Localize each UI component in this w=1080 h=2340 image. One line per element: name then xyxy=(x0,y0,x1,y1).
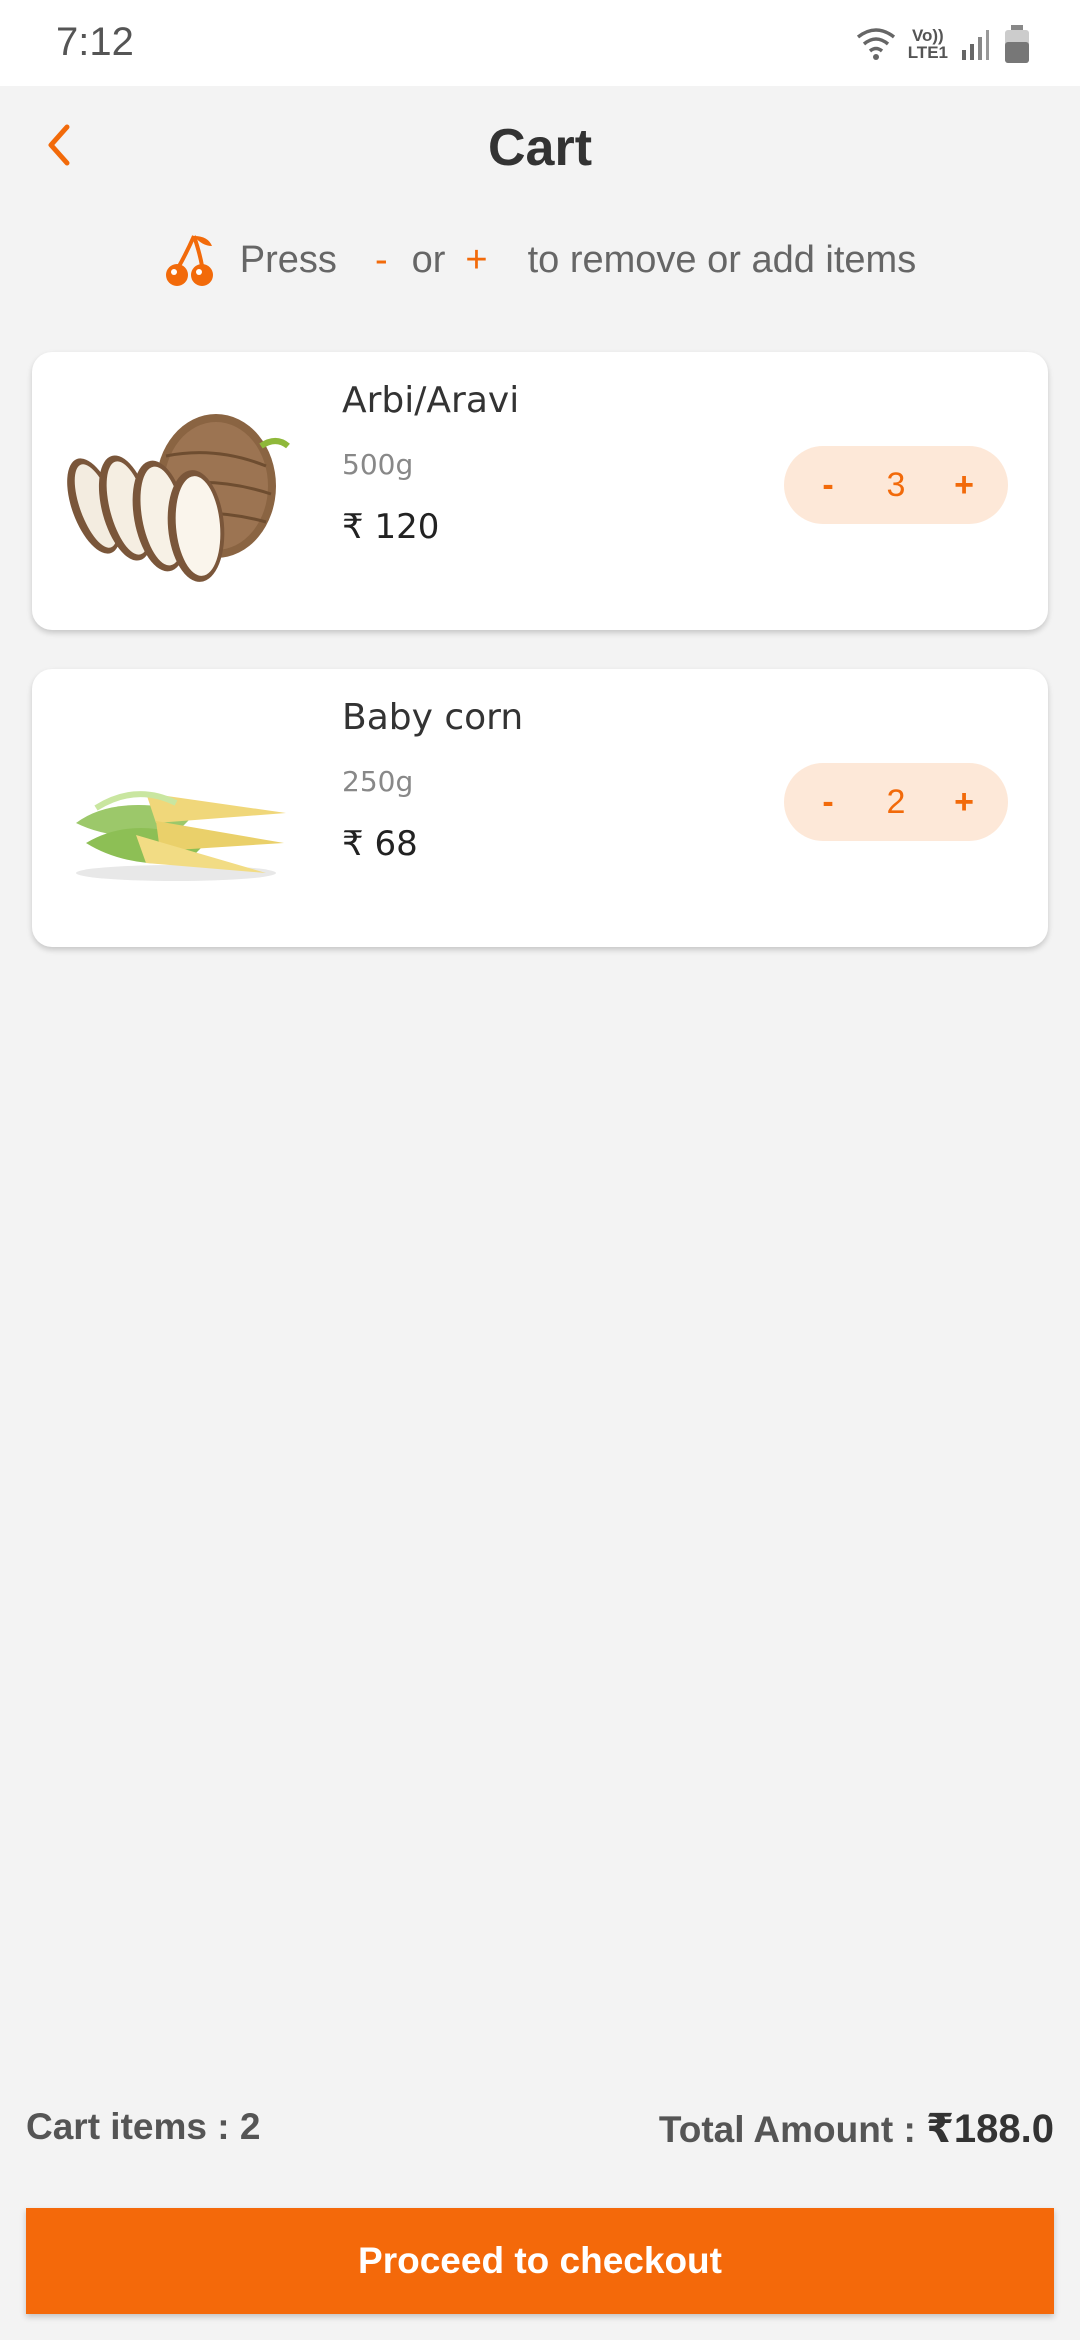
increase-quantity-button[interactable]: + xyxy=(946,466,982,505)
item-name: Arbi/Aravi xyxy=(342,380,520,421)
battery-icon xyxy=(1005,25,1029,63)
quantity-stepper: - 3 + xyxy=(784,446,1008,524)
status-bar: 7:12 Vo)) LTE1 xyxy=(0,0,1080,86)
item-weight: 250g xyxy=(342,765,414,798)
network-type-label: Vo)) LTE1 xyxy=(907,26,948,62)
taro-root-image xyxy=(67,414,290,582)
baby-corn-image xyxy=(76,791,286,881)
quantity-stepper: - 2 + xyxy=(784,763,1008,841)
decrease-quantity-button[interactable]: - xyxy=(810,783,846,822)
quantity-value: 2 xyxy=(886,782,906,821)
item-weight: 500g xyxy=(342,448,414,481)
hint-suffix-text: to remove or add items xyxy=(527,238,917,281)
signal-icon xyxy=(962,30,989,60)
wifi-icon xyxy=(856,28,895,60)
page-title: Cart xyxy=(487,119,593,177)
hint-press-text: Press xyxy=(239,238,337,281)
total-amount-label: Total Amount : xyxy=(658,2109,927,2150)
quantity-value: 3 xyxy=(886,465,906,504)
cherry-icon xyxy=(165,235,213,286)
proceed-to-checkout-button[interactable]: Proceed to checkout xyxy=(26,2208,1054,2314)
status-time: 7:12 xyxy=(56,20,134,64)
total-amount: Total Amount : ₹188.0 xyxy=(659,2106,1054,2152)
item-price: ₹ 120 xyxy=(342,507,440,547)
item-price: ₹ 68 xyxy=(342,824,418,864)
hint-or-text: or xyxy=(411,238,446,281)
hint-plus-symbol: + xyxy=(465,238,488,281)
cart-items-count: Cart items : 2 xyxy=(26,2106,261,2147)
total-amount-value: ₹188.0 xyxy=(926,2107,1054,2151)
increase-quantity-button[interactable]: + xyxy=(946,783,982,822)
status-icons: Vo)) LTE1 xyxy=(856,22,1032,66)
cart-item-card: Arbi/Aravi 500g ₹ 120 - 3 + xyxy=(32,352,1048,630)
item-name: Baby corn xyxy=(342,697,524,738)
cart-item-card: Baby corn 250g ₹ 68 - 2 + xyxy=(32,669,1048,947)
hint-minus-symbol: - xyxy=(374,238,388,281)
cart-hint: Press - or + to remove or add items xyxy=(0,228,1080,292)
decrease-quantity-button[interactable]: - xyxy=(810,466,846,505)
